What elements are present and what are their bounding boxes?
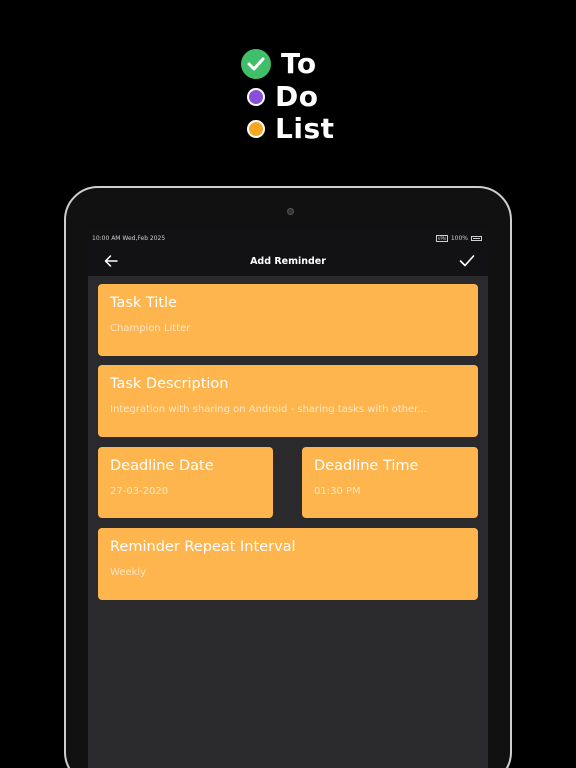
vpn-icon: VPN bbox=[435, 234, 448, 242]
deadline-date-label: Deadline Date bbox=[110, 458, 214, 474]
page: To Do List 10:00 AM Wed,Feb 2025 VPN 100… bbox=[0, 0, 576, 768]
deadline-time-value: 01:30 PM bbox=[314, 486, 361, 497]
deadline-time-label: Deadline Time bbox=[314, 458, 419, 474]
purple-dot-icon bbox=[247, 88, 265, 106]
repeat-interval-value: Weekly bbox=[110, 567, 147, 578]
page-title: Add Reminder bbox=[250, 255, 326, 267]
task-description-field[interactable]: Task Description Integration with sharin… bbox=[98, 365, 478, 437]
battery-icon bbox=[471, 235, 482, 241]
logo-row-3: List bbox=[241, 113, 335, 145]
logo-word-to: To bbox=[281, 47, 317, 80]
arrow-left-icon bbox=[104, 255, 118, 267]
status-time: 10:00 AM Wed,Feb 2025 bbox=[92, 234, 166, 242]
task-description-label: Task Description bbox=[110, 376, 229, 392]
status-indicators: VPN 100% bbox=[435, 234, 482, 242]
logo-word-do: Do bbox=[275, 80, 319, 113]
deadline-date-field[interactable]: Deadline Date 27-03-2020 bbox=[98, 447, 273, 518]
app-logo: To Do List bbox=[241, 48, 361, 148]
logo-row-1: To bbox=[241, 48, 317, 80]
status-bar: 10:00 AM Wed,Feb 2025 VPN 100% bbox=[88, 230, 488, 246]
check-circle-icon bbox=[241, 49, 271, 79]
app-bar: Add Reminder bbox=[88, 246, 488, 276]
task-title-field[interactable]: Task Title Champion Litter bbox=[98, 284, 478, 356]
task-title-value: Champion Litter bbox=[110, 323, 191, 334]
camera-icon bbox=[287, 208, 294, 215]
deadline-date-value: 27-03-2020 bbox=[110, 486, 169, 497]
checkmark-icon bbox=[459, 255, 475, 267]
repeat-interval-field[interactable]: Reminder Repeat Interval Weekly bbox=[98, 528, 478, 600]
logo-row-2: Do bbox=[241, 81, 318, 113]
deadline-time-field[interactable]: Deadline Time 01:30 PM bbox=[302, 447, 478, 518]
logo-word-list: List bbox=[275, 112, 335, 145]
task-description-value: Integration with sharing on Android - sh… bbox=[110, 404, 427, 415]
confirm-button[interactable] bbox=[458, 252, 476, 270]
repeat-interval-label: Reminder Repeat Interval bbox=[110, 539, 296, 555]
battery-percent: 100% bbox=[450, 234, 468, 242]
device-screen: 10:00 AM Wed,Feb 2025 VPN 100% Add Remin… bbox=[88, 230, 488, 768]
task-title-label: Task Title bbox=[110, 295, 177, 311]
orange-dot-icon bbox=[247, 120, 265, 138]
back-button[interactable] bbox=[102, 252, 120, 270]
